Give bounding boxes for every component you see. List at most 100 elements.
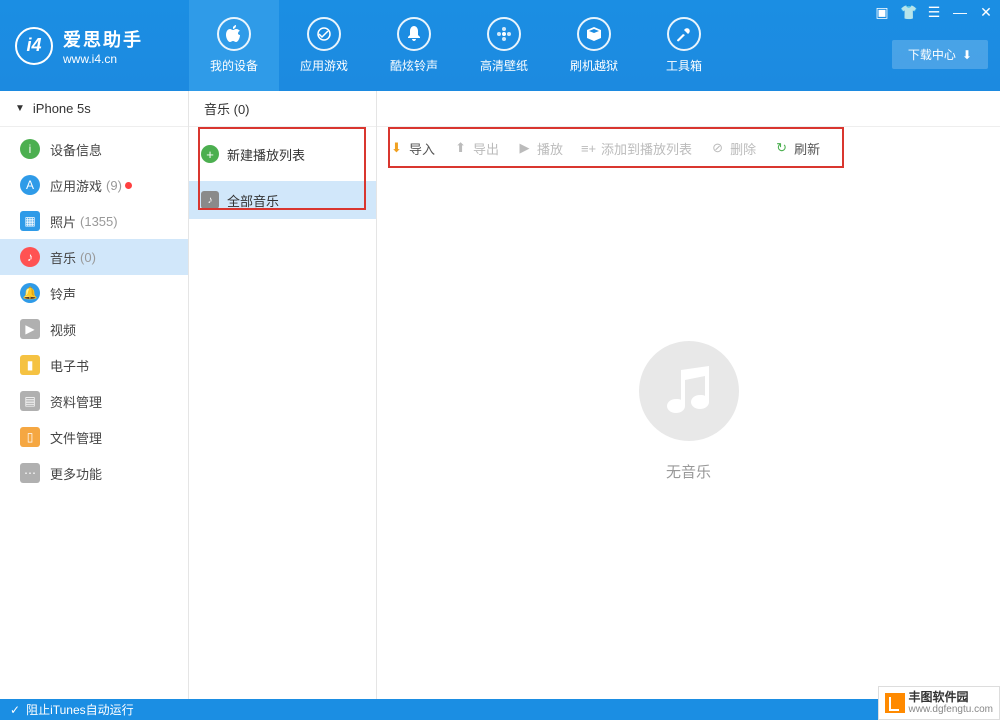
toolbar: ⬇导入⬆导出▶播放≡+添加到播放列表⊘删除↻刷新 [377,127,1000,169]
sidebar-item-8[interactable]: ▯ 文件管理 [0,419,188,455]
logo-area[interactable]: i4 爱思助手 www.i4.cn [0,0,189,91]
bell-icon [397,17,431,51]
sidebar-label: 视频 [50,320,76,339]
sidebar-label: 应用游戏 [50,176,102,195]
flower-icon [487,17,521,51]
sidebar-item-2[interactable]: ▦照片(1355) [0,203,188,239]
sidebar-label: 音乐 [50,248,76,267]
panel-header: 音乐 (0) [189,91,376,127]
plus-icon: + [201,145,219,163]
watermark-icon [885,693,905,713]
sidebar-label: 照片 [50,212,76,231]
nav-tab-tools[interactable]: 工具箱 [639,0,729,91]
nav-tabs: 我的设备 应用游戏 酷炫铃声 高清壁纸 刷机越狱 工具箱 [189,0,729,91]
new-playlist-button[interactable]: + 新建播放列表 [189,135,376,173]
toolbar-icon: ⬇ [389,141,404,156]
sidebar-icon: ▯ [20,427,40,447]
music-icon: ♪ [201,191,219,209]
sidebar-item-4[interactable]: 🔔铃声 [0,275,188,311]
sidebar-label: 更多功能 [50,464,102,483]
toolbar-label: 播放 [537,139,563,158]
sidebar-label: 文件管理 [50,428,102,447]
toolbar-btn-5[interactable]: ↻ 刷新 [774,139,820,158]
sidebar-label: 资料管理 [50,392,102,411]
nav-tab-ringtones[interactable]: 酷炫铃声 [369,0,459,91]
app-icon [307,17,341,51]
nav-label: 工具箱 [666,57,702,74]
logo-icon: i4 [15,27,53,65]
toolbar-btn-1: ⬆ 导出 [453,139,499,158]
empty-state: 无音乐 [639,341,739,482]
playlist-panel: 音乐 (0) + 新建播放列表 ♪ 全部音乐 [189,91,377,699]
check-icon: ✓ [10,703,20,717]
toolbar-label: 导入 [409,139,435,158]
empty-text: 无音乐 [639,461,739,482]
status-bar: ✓ 阻止iTunes自动运行 版本号 [0,699,1000,720]
sidebar-count: (0) [80,250,96,265]
toolbar-label: 导出 [473,139,499,158]
toolbar-icon: ↻ [774,141,789,156]
feedback-icon[interactable]: ▣ [874,4,890,21]
wrench-icon [667,17,701,51]
nav-label: 酷炫铃声 [390,57,438,74]
download-center-button[interactable]: 下载中心 ⬇ [892,40,988,69]
main-area: ▼ iPhone 5s i设备信息A应用游戏(9)▦照片(1355)♪音乐(0)… [0,91,1000,699]
sidebar-label: 电子书 [50,356,89,375]
toolbar-icon: ⬆ [453,141,468,156]
sidebar-item-9[interactable]: ⋯更多功能 [0,455,188,491]
sidebar-label: 铃声 [50,284,76,303]
toolbar-label: 删除 [730,139,756,158]
content-header [377,91,1000,127]
empty-music-icon [639,341,739,441]
content-area: ⬇导入⬆导出▶播放≡+添加到播放列表⊘删除↻刷新 无音乐 [377,91,1000,699]
sidebar-icon: i [20,139,40,159]
all-music-item[interactable]: ♪ 全部音乐 [189,181,376,219]
new-playlist-label: 新建播放列表 [227,145,305,164]
watermark: 丰图软件园 www.dgfengtu.com [878,686,1000,720]
sidebar-label: 设备信息 [50,140,102,159]
sidebar-icon: ♪ [20,247,40,267]
skin-icon[interactable]: 👕 [900,4,916,21]
nav-label: 应用游戏 [300,57,348,74]
toolbar-btn-0[interactable]: ⬇ 导入 [389,139,435,158]
toolbar-btn-2: ▶ 播放 [517,139,563,158]
sidebar-item-1[interactable]: A应用游戏(9) [0,167,188,203]
nav-tab-apps[interactable]: 应用游戏 [279,0,369,91]
nav-label: 我的设备 [210,57,258,74]
itunes-block-toggle[interactable]: ✓ 阻止iTunes自动运行 [10,701,134,718]
menu-icon[interactable]: ☰ [926,4,942,21]
device-name: iPhone 5s [33,101,91,116]
sidebar-icon: ▤ [20,391,40,411]
sidebar-icon: ▮ [20,355,40,375]
sidebar-item-6[interactable]: ▮ 电子书 [0,347,188,383]
nav-tab-jailbreak[interactable]: 刷机越狱 [549,0,639,91]
logo-url: www.i4.cn [63,52,143,66]
window-controls: ▣ 👕 ☰ — ✕ [874,4,994,21]
close-icon[interactable]: ✕ [978,4,994,21]
toolbar-icon: ⊘ [710,141,725,156]
download-label: 下载中心 [908,46,956,63]
box-icon [577,17,611,51]
device-selector[interactable]: ▼ iPhone 5s [0,91,188,127]
sidebar-count: (9) [106,178,122,193]
playlist-body: + 新建播放列表 ♪ 全部音乐 [189,127,376,219]
notification-dot [125,182,132,189]
sidebar-icon: ▶ [20,319,40,339]
sidebar-item-3[interactable]: ♪ 音乐 (0) [0,239,188,275]
logo-text: 爱思助手 www.i4.cn [63,26,143,66]
minimize-icon[interactable]: — [952,4,968,21]
sidebar-item-7[interactable]: ▤ 资料管理 [0,383,188,419]
apple-icon [217,17,251,51]
download-icon: ⬇ [962,48,972,62]
sidebar-icon: ▦ [20,211,40,231]
sidebar: ▼ iPhone 5s i设备信息A应用游戏(9)▦照片(1355)♪音乐(0)… [0,91,189,699]
toolbar-label: 刷新 [794,139,820,158]
toolbar-btn-4: ⊘ 删除 [710,139,756,158]
nav-tab-wallpaper[interactable]: 高清壁纸 [459,0,549,91]
sidebar-list: i设备信息A应用游戏(9)▦照片(1355)♪音乐(0)🔔铃声▶视频▮电子书▤资… [0,127,188,491]
nav-tab-device[interactable]: 我的设备 [189,0,279,91]
sidebar-item-5[interactable]: ▶ 视频 [0,311,188,347]
sidebar-item-0[interactable]: i 设备信息 [0,131,188,167]
logo-title: 爱思助手 [63,26,143,52]
toolbar-icon: ▶ [517,141,532,156]
